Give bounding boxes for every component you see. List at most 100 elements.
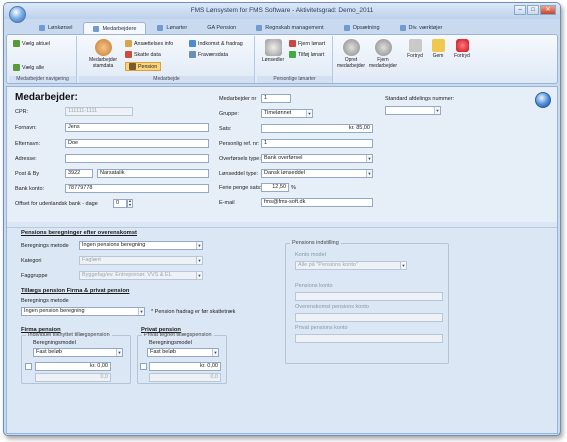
maximize-icon[interactable]: □ [527,5,539,15]
offset-field[interactable]: 0 [113,199,127,208]
fjern-lonart-button[interactable]: Fjern lønart [289,40,325,47]
by-field[interactable]: Narsatalik [97,169,209,178]
income-icon [189,40,196,47]
skatte-data-button[interactable]: Skatte data [125,51,161,58]
overenskomst-konto-label: Overenskomst pensions konto [295,304,369,310]
privat-model-label: Beregningsmodel [149,340,192,346]
ferie-field[interactable]: 12,50 [261,183,289,192]
faggruppe-select[interactable]: Byggefag/ev. Entreprenør. VVS & EL ▼ [79,271,203,280]
tab-opsaetning[interactable]: Opsætning [335,22,389,34]
cancel-icon [455,39,469,52]
persref-label: Personlig ref. nr: [219,141,260,147]
group-personlige: Lønsedler Fjern lønart Tilføj lønart Per… [257,36,333,83]
pension-button[interactable]: Pension [125,62,162,71]
privat-konto-label: Privat pensions konto [295,325,348,331]
close-icon[interactable]: ✕ [540,5,556,15]
tab-medarbejdere[interactable]: Medarbejdere [83,22,147,34]
bankkonto-field[interactable]: 78779778 [65,184,209,193]
chevron-down-icon: ▼ [366,170,372,177]
chevron-down-icon: ▼ [116,349,122,356]
chevron-down-icon: ▼ [434,107,440,114]
privat-konto-field[interactable] [295,334,443,343]
standard-afd-label: Standard afdelings nummer: [385,96,455,102]
gruppe-select[interactable]: Timelønnet ▼ [261,109,313,118]
cpr-field[interactable]: 111111-1111 [65,107,133,116]
lonseddel-select[interactable]: Dansk lønseddel ▼ [261,169,373,178]
tab-ga-pension[interactable]: GA Pension [198,22,245,34]
sats-field[interactable]: kr. 85,00 [261,124,373,133]
privat-amount-field[interactable]: kr. 0,00 [149,362,221,371]
group-medarbejde: Medarbejder stamdata Ansættelses info Sk… [79,36,255,83]
beregnings-label: Beregnings metode [21,243,69,249]
vaelg-alle-button[interactable]: Vælg alle [13,64,44,71]
indstilling-legend: Pensions indstilling [292,240,339,246]
bankkonto-label: Bank konto: [15,186,45,192]
offset-label: Offset for udenlandsk bank - dage [15,201,98,207]
overenskomst-konto-field[interactable] [295,313,443,322]
tab-lonkorsel[interactable]: Lønkørsel [30,22,81,34]
ferie-unit: % [291,185,296,191]
privat-pct-field[interactable]: 0,0 [149,373,221,382]
arrow-right-icon [13,40,20,47]
medarbejder-stamdata-button[interactable]: Medarbejder stamdata [89,39,117,69]
privat-model-select[interactable]: Fast beløb ▼ [147,348,219,357]
offset-spinner[interactable]: ▲ ▼ [127,199,133,208]
tab-regnskab-icon [256,25,263,31]
chevron-down-icon: ▼ [196,257,202,264]
tilfoj-lonart-button[interactable]: Tilføj lønart [289,51,324,58]
firma-amount-checkbox[interactable] [25,363,32,370]
lonseddel-label: Lønseddel type: [219,171,259,177]
tab-medarbejdere-icon [93,25,100,32]
medarbnr-field[interactable]: 1 [261,94,291,103]
chevron-down-icon: ▼ [400,262,406,269]
kategori-select[interactable]: Faglært ▼ [79,256,203,265]
pens-konto-field[interactable] [295,292,443,301]
standard-afd-select[interactable]: ▼ [385,106,441,115]
gem-button[interactable]: Gem [428,39,448,60]
efternavn-field[interactable]: Doe [65,139,209,148]
fravaersdata-button[interactable]: Fraværsdata [189,51,228,58]
tab-regnskab[interactable]: Regnskab management [247,22,332,34]
indkomst-fradrag-button[interactable]: Indkomst & fradrag [189,40,243,47]
firma-pct-field[interactable]: 0,0 [35,373,111,382]
faggruppe-label: Faggruppe [21,273,48,279]
globe-icon[interactable] [535,92,551,108]
overfoersel-select[interactable]: Bank overførsel ▼ [261,154,373,163]
minimize-icon[interactable]: – [514,5,526,15]
group-actions: Opret medarbejder Fjern medarbejder Fort… [335,36,479,83]
calendar-icon [189,51,196,58]
fornavn-field[interactable]: Jens [65,123,209,132]
lonsedler-button[interactable]: Lønsedler [259,39,287,64]
pension-panel: Pensions beregninger efter overenskomst … [7,227,557,433]
fjern-medarbejder-button[interactable]: Fjern medarbejder [369,39,397,69]
tab-opsaetning-icon [343,25,350,31]
tax-icon [125,51,132,58]
postby-label: Post & By [15,171,40,177]
privat-amount-checkbox[interactable] [140,363,147,370]
email-field[interactable]: fms@fms-soft.dk [261,198,373,207]
fortryd-disabled-button[interactable]: Fortryd [405,39,425,60]
person-icon [94,39,112,56]
tillaeg-method-select[interactable]: Ingen pension beregning ▼ [21,307,145,316]
tab-lonarter[interactable]: Lønarter [148,22,196,34]
chevron-down-icon: ▼ [306,110,312,117]
firma-amount-field[interactable]: kr. 0,00 [35,362,111,371]
konto-model-select[interactable]: Alle på "Pensions konto" ▼ [295,261,407,270]
pension-note: * Pension fradrag er før skattetræk [151,309,236,315]
firma-model-select[interactable]: Fast beløb ▼ [33,348,123,357]
printer-icon [264,39,282,56]
konto-model-label: Konto model [295,252,326,258]
remove-person-icon [374,39,392,56]
postnr-field[interactable]: 3922 [65,169,93,178]
pens-konto-label: Pensions konto [295,283,333,289]
beregnings-select[interactable]: Ingen pensions beregning ▼ [79,241,203,250]
vaelg-aktuel-button[interactable]: Vælg aktuel [13,40,50,47]
opret-medarbejder-button[interactable]: Opret medarbejder [337,39,365,69]
fornavn-label: Fornavn: [15,125,37,131]
persref-field[interactable]: 1 [261,139,373,148]
ansaettelses-info-button[interactable]: Ansættelses info [125,40,173,47]
fortryd-button[interactable]: Fortryd [451,39,473,60]
tab-vaerktojer[interactable]: Div. værktøjer [391,22,452,34]
medarbnr-label: Medarbejder nr [219,96,257,102]
adresse-field[interactable] [65,154,209,163]
